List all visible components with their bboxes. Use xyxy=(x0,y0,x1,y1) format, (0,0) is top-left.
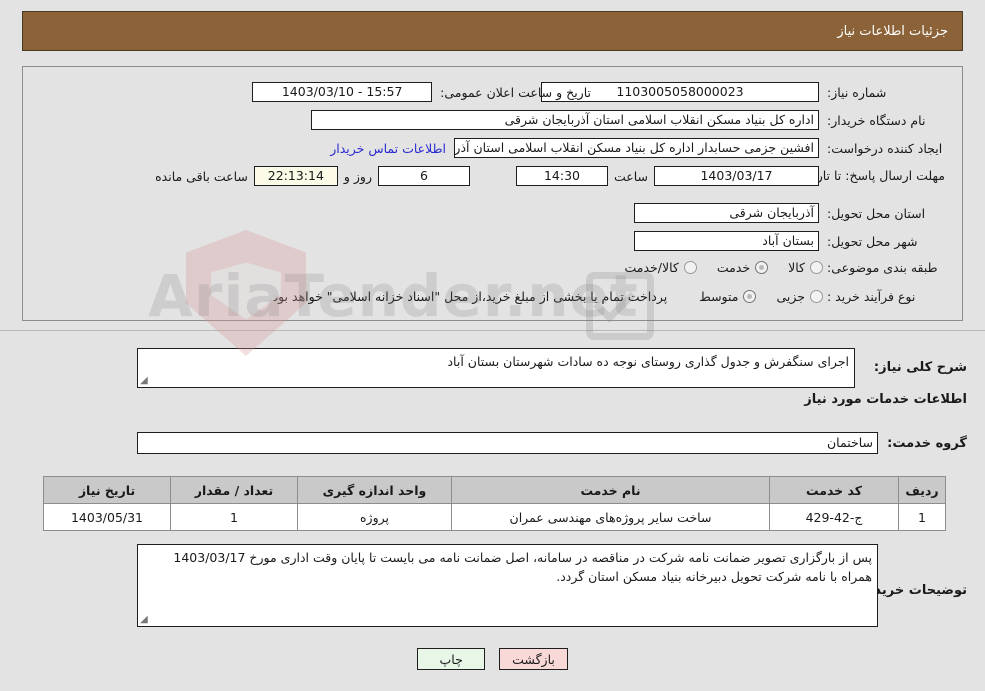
col-radif: ردیف xyxy=(898,476,946,504)
creator-label: ایجاد کننده درخواست: xyxy=(827,140,943,156)
buyer-notes-value: پس از بارگزاری تصویر ضمانت نامه شرکت در … xyxy=(173,550,872,585)
service-group-field-wrap: ساختمان xyxy=(137,432,878,454)
row-delivery-province: استان محل تحویل: آذربایجان شرقی xyxy=(634,203,945,223)
table-row: 1 ج-42-429 ساخت سایر پروژه‌های مهندسی عم… xyxy=(43,503,946,531)
services-table: ردیف کد خدمت نام خدمت واحد اندازه گیری ت… xyxy=(43,476,946,531)
table-header-row: ردیف کد خدمت نام خدمت واحد اندازه گیری ت… xyxy=(43,476,946,504)
radio-icon[interactable] xyxy=(743,290,757,303)
announce-datetime-label: تاریخ و ساعت اعلان عمومی: xyxy=(440,84,591,100)
need-info-panel xyxy=(22,66,963,321)
col-quantity: تعداد / مقدار xyxy=(170,476,298,504)
buyer-notes-textarea-wrap: پس از بارگزاری تصویر ضمانت نامه شرکت در … xyxy=(137,544,878,627)
deadline-date-value: 1403/03/17 xyxy=(654,166,819,186)
cell-quantity: 1 xyxy=(170,503,298,531)
col-service-name: نام خدمت xyxy=(451,476,770,504)
page-header: جزئیات اطلاعات نیاز xyxy=(22,11,963,51)
col-need-date: تاریخ نیاز xyxy=(43,476,171,504)
summary-textarea[interactable]: اجرای سنگفرش و جدول گذاری روستای نوجه ده… xyxy=(137,348,855,388)
remaining-days-value: 6 xyxy=(377,166,470,186)
process-option-medium[interactable]: متوسط xyxy=(699,289,760,304)
need-number-label: شماره نیاز: xyxy=(827,84,887,100)
row-purchase-process: نوع فرآیند خرید : جزیی متوسط پرداخت تمام… xyxy=(269,289,945,304)
category-option-goods-service-label: کالا/خدمت xyxy=(624,260,679,275)
row-response-deadline: مهلت ارسال پاسخ: تا تاریخ: 1403/03/17 سا… xyxy=(149,166,945,186)
process-option-minor-label: جزیی xyxy=(776,289,805,304)
print-button[interactable]: چاپ xyxy=(417,648,486,670)
deadline-label: مهلت ارسال پاسخ: تا تاریخ: xyxy=(800,168,945,184)
row-subject-category: طبقه بندی موضوعی: کالا خدمت کالا/خدمت xyxy=(608,260,945,275)
countdown-timer-value: 22:13:14 xyxy=(253,166,338,186)
resize-grip-icon[interactable]: ◣ xyxy=(140,375,150,386)
deadline-hour-label: ساعت xyxy=(613,168,648,184)
process-note: پرداخت تمام یا بخشی از مبلغ خرید،از محل … xyxy=(268,289,668,304)
cell-service-code: ج-42-429 xyxy=(769,503,899,531)
city-value: بستان آباد xyxy=(634,231,819,251)
section-divider xyxy=(0,330,985,331)
buyer-org-value: اداره کل بنیاد مسکن انقلاب اسلامی استان … xyxy=(311,110,819,130)
province-label: استان محل تحویل: xyxy=(827,205,926,221)
buyer-notes-textarea[interactable]: پس از بارگزاری تصویر ضمانت نامه شرکت در … xyxy=(137,544,878,627)
summary-label: شرح کلی نیاز: xyxy=(873,360,967,375)
process-label: نوع فرآیند خرید : xyxy=(827,289,916,304)
countdown-label: ساعت باقی مانده xyxy=(155,168,248,184)
row-announce-datetime: تاریخ و ساعت اعلان عمومی: 15:57 - 1403/0… xyxy=(252,82,591,102)
category-option-service[interactable]: خدمت xyxy=(717,260,772,275)
category-option-goods-service[interactable]: کالا/خدمت xyxy=(624,260,700,275)
radio-icon[interactable] xyxy=(683,261,697,274)
process-option-medium-label: متوسط xyxy=(699,289,739,304)
action-button-bar: بازگشت چاپ xyxy=(0,648,985,670)
back-button[interactable]: بازگشت xyxy=(499,648,568,670)
col-unit: واحد اندازه گیری xyxy=(297,476,452,504)
buyer-org-label: نام دستگاه خریدار: xyxy=(827,112,926,128)
service-group-value: ساختمان xyxy=(137,432,878,454)
cell-unit: پروژه xyxy=(297,503,452,531)
cell-radif: 1 xyxy=(898,503,946,531)
category-label: طبقه بندی موضوعی: xyxy=(827,260,938,275)
summary-textarea-wrap: اجرای سنگفرش و جدول گذاری روستای نوجه ده… xyxy=(137,348,855,388)
services-section-title: اطلاعات خدمات مورد نیاز xyxy=(804,392,967,407)
cell-need-date: 1403/05/31 xyxy=(43,503,171,531)
deadline-hour-value: 14:30 xyxy=(515,166,608,186)
process-option-minor[interactable]: جزیی xyxy=(776,289,827,304)
col-service-code: کد خدمت xyxy=(769,476,899,504)
announce-datetime-value: 15:57 - 1403/03/10 xyxy=(252,82,433,102)
service-group-label: گروه خدمت: xyxy=(887,436,967,451)
summary-value: اجرای سنگفرش و جدول گذاری روستای نوجه ده… xyxy=(447,354,849,369)
category-option-goods-label: کالا xyxy=(788,260,805,275)
province-value: آذربایجان شرقی xyxy=(634,203,819,223)
category-option-service-label: خدمت xyxy=(716,260,751,275)
creator-value: افشین جزمی حسابدار اداره کل بنیاد مسکن ا… xyxy=(454,138,819,158)
remaining-days-label: روز و xyxy=(343,168,372,184)
radio-icon[interactable] xyxy=(755,261,769,274)
city-label: شهر محل تحویل: xyxy=(827,233,918,249)
radio-icon[interactable] xyxy=(810,261,823,274)
category-option-goods[interactable]: کالا xyxy=(788,260,827,275)
row-delivery-city: شهر محل تحویل: بستان آباد xyxy=(634,231,945,251)
resize-grip-icon[interactable]: ◣ xyxy=(140,614,150,625)
row-need-number: شماره نیاز: 1103005058000023 xyxy=(541,82,945,102)
radio-icon[interactable] xyxy=(810,290,823,303)
services-table-wrap: ردیف کد خدمت نام خدمت واحد اندازه گیری ت… xyxy=(43,476,946,531)
row-request-creator: ایجاد کننده درخواست: افشین جزمی حسابدار … xyxy=(330,138,945,158)
row-buyer-org: نام دستگاه خریدار: اداره کل بنیاد مسکن ا… xyxy=(311,110,945,130)
cell-service-name: ساخت سایر پروژه‌های مهندسی عمران xyxy=(451,503,770,531)
buyer-contact-link[interactable]: اطلاعات تماس خریدار xyxy=(330,141,446,156)
page-title: جزئیات اطلاعات نیاز xyxy=(837,23,948,39)
